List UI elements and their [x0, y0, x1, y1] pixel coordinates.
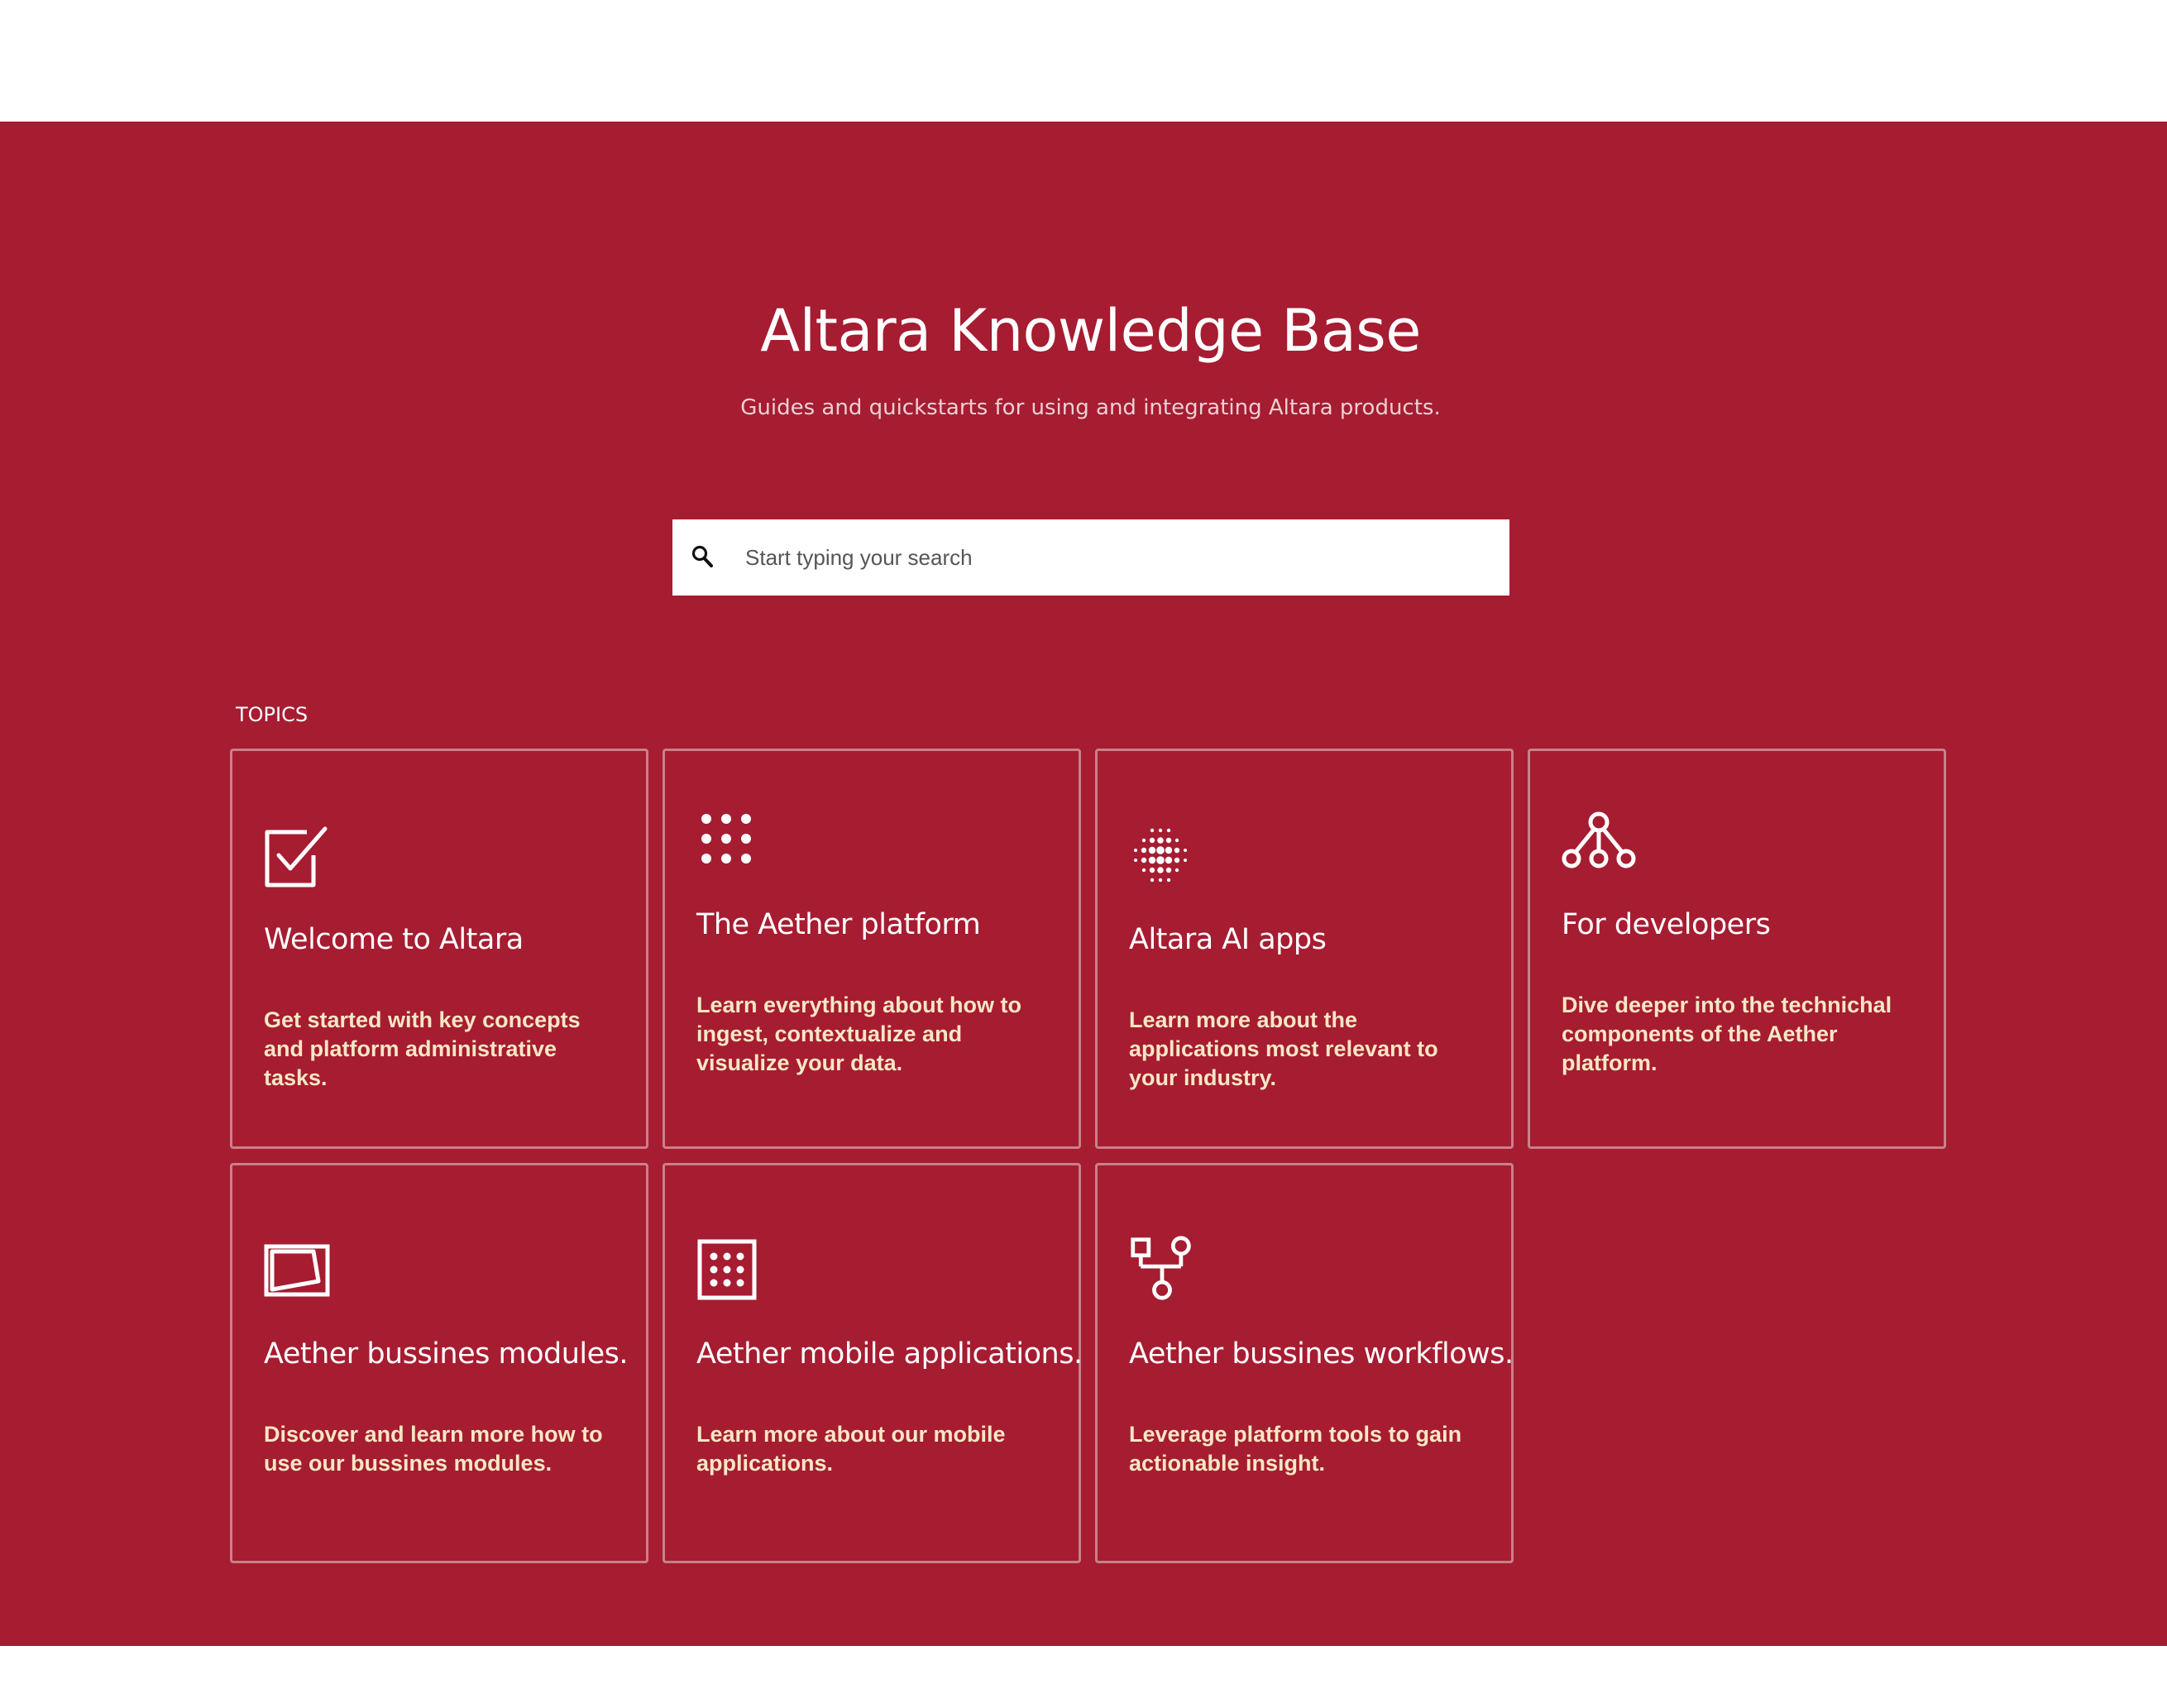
search-icon[interactable]: [691, 544, 715, 571]
topic-card-business-workflows[interactable]: Aether bussines workflows. Leverage plat…: [1095, 1163, 1514, 1563]
page-title: Altara Knowledge Base: [760, 297, 1421, 365]
dot-sphere-icon: [1134, 828, 1187, 883]
topics-label: TOPICS: [236, 703, 309, 726]
checkbox-icon: [265, 826, 328, 887]
topic-card-title: Aether bussines workflows.: [1129, 1337, 1514, 1371]
node-tree-icon: [1562, 811, 1636, 868]
topic-card-title: Aether mobile applications.: [696, 1337, 1083, 1371]
topic-card-business-modules[interactable]: Aether bussines modules. Discover and le…: [230, 1163, 648, 1563]
dots-grid-icon: [701, 814, 751, 864]
topic-card-title: Welcome to Altara: [264, 923, 524, 956]
topic-card-title: Aether bussines modules.: [264, 1337, 629, 1371]
topic-card-title: Altara AI apps: [1129, 923, 1327, 956]
topic-card-developers[interactable]: For developers Dive deeper into the tech…: [1528, 749, 1946, 1149]
page-subtitle: Guides and quickstarts for using and int…: [740, 395, 1441, 420]
topic-card-welcome[interactable]: Welcome to Altara Get started with key c…: [230, 749, 648, 1149]
page-footer-space: [0, 1646, 2167, 1708]
topic-card-description: Leverage platform tools to gain actionab…: [1129, 1422, 1462, 1476]
topic-card-description: Learn everything about how to ingest, co…: [696, 993, 1022, 1075]
topic-card-description: Learn more about the applications most r…: [1129, 1007, 1438, 1090]
topic-card-mobile-apps[interactable]: Aether mobile applications. Learn more a…: [663, 1163, 1083, 1563]
tablet-icon: [264, 1244, 330, 1297]
topic-card-title: The Aether platform: [696, 908, 981, 941]
topic-card-title: For developers: [1562, 908, 1771, 941]
topic-card-aether-platform[interactable]: The Aether platform Learn everything abo…: [663, 749, 1081, 1149]
topic-card-description: Discover and learn more how to use our b…: [264, 1422, 603, 1476]
app-grid-icon: [697, 1239, 757, 1300]
workflow-icon: [1131, 1236, 1191, 1300]
search-input[interactable]: [745, 519, 1490, 596]
search-bar[interactable]: [672, 519, 1509, 596]
topic-card-ai-apps[interactable]: Altara AI apps Learn more about the appl…: [1095, 749, 1514, 1149]
topic-card-description: Get started with key concepts and platfo…: [264, 1007, 581, 1090]
topic-card-description: Learn more about our mobile applications…: [696, 1422, 1006, 1476]
topic-card-description: Dive deeper into the technichal componen…: [1562, 993, 1892, 1075]
